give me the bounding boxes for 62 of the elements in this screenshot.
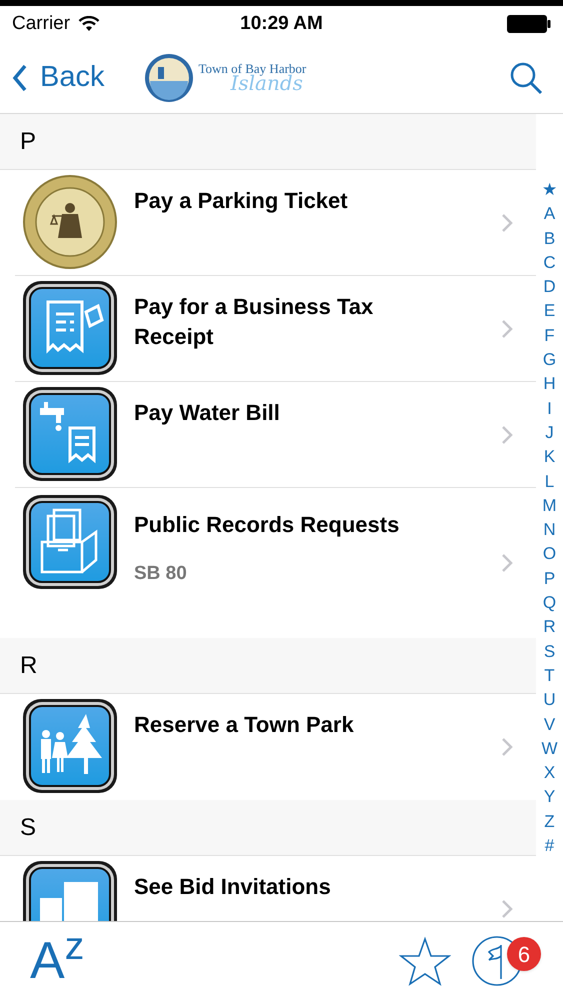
index-letter[interactable]: C bbox=[543, 250, 556, 276]
index-letter[interactable]: M bbox=[542, 494, 557, 518]
records-app-icon bbox=[22, 494, 118, 590]
section-header: P bbox=[0, 114, 536, 170]
chevron-icon bbox=[501, 213, 513, 233]
index-letter[interactable]: S bbox=[544, 640, 556, 664]
battery-icon bbox=[507, 15, 551, 33]
index-letter[interactable]: P bbox=[544, 566, 556, 592]
index-letter[interactable]: V bbox=[544, 712, 556, 737]
section-header: S bbox=[0, 800, 536, 856]
index-letter[interactable]: N bbox=[543, 518, 556, 542]
index-letter[interactable]: ★ bbox=[542, 178, 557, 202]
status-time: 10:29 AM bbox=[240, 12, 323, 36]
row-title: See Bid Invitations bbox=[134, 873, 331, 901]
index-letter[interactable]: R bbox=[543, 615, 556, 640]
town-seal-icon bbox=[144, 52, 194, 102]
star-icon[interactable] bbox=[399, 936, 451, 986]
chevron-icon bbox=[501, 553, 513, 573]
logo-script: Islands bbox=[230, 73, 303, 93]
chevron-icon bbox=[501, 319, 513, 339]
receipt-app-icon bbox=[22, 280, 118, 376]
index-letter[interactable]: X bbox=[544, 761, 556, 786]
index-letter[interactable]: Y bbox=[544, 785, 556, 810]
row-title: Reserve a Town Park bbox=[134, 711, 354, 739]
chevron-icon bbox=[501, 737, 513, 757]
index-letter[interactable]: G bbox=[542, 348, 556, 372]
index-letter[interactable]: B bbox=[544, 226, 556, 251]
index-letter[interactable]: T bbox=[544, 664, 555, 688]
index-letter[interactable]: A bbox=[544, 202, 556, 227]
index-letter[interactable]: Z bbox=[544, 810, 555, 834]
wifi-icon bbox=[78, 16, 100, 32]
carrier-name: Carrier bbox=[12, 12, 70, 36]
index-letter[interactable]: W bbox=[541, 736, 558, 762]
row-title: Pay a Parking Ticket bbox=[134, 187, 348, 215]
search-icon[interactable] bbox=[509, 60, 543, 94]
az-sort-button[interactable]: A$^{z}$ bbox=[30, 935, 84, 987]
index-letter[interactable]: H bbox=[543, 372, 556, 397]
logo-title: Town of Bay Harbor bbox=[198, 62, 306, 75]
index-letter[interactable]: E bbox=[544, 299, 556, 324]
index-letter[interactable]: # bbox=[544, 834, 554, 858]
park-app-icon bbox=[22, 698, 118, 794]
section-header: R bbox=[0, 638, 536, 694]
chevron-icon bbox=[501, 425, 513, 445]
index-letter[interactable]: I bbox=[547, 396, 552, 421]
index-letter[interactable]: Q bbox=[542, 591, 556, 616]
row-title: Pay for a Business Tax Receipt bbox=[134, 293, 374, 351]
index-letter[interactable]: D bbox=[543, 275, 556, 300]
index-letter[interactable]: J bbox=[545, 420, 554, 446]
water-app-icon bbox=[22, 386, 118, 482]
back-button[interactable]: Back bbox=[12, 56, 104, 100]
row-title: Public Records Requests bbox=[134, 511, 400, 539]
index-letter[interactable]: L bbox=[544, 470, 554, 494]
index-letter[interactable]: K bbox=[544, 445, 556, 470]
index-letter[interactable]: F bbox=[544, 324, 555, 348]
row-title: Pay Water Bill bbox=[134, 399, 280, 427]
row-subtitle: SB 80 bbox=[134, 562, 188, 586]
court-seal-icon bbox=[22, 174, 118, 270]
index-letter[interactable]: U bbox=[543, 688, 556, 713]
notification-badge: 6 bbox=[507, 937, 541, 971]
index-letter[interactable]: O bbox=[542, 542, 556, 567]
chevron-icon bbox=[501, 899, 513, 919]
back-chevron-icon bbox=[12, 64, 28, 92]
